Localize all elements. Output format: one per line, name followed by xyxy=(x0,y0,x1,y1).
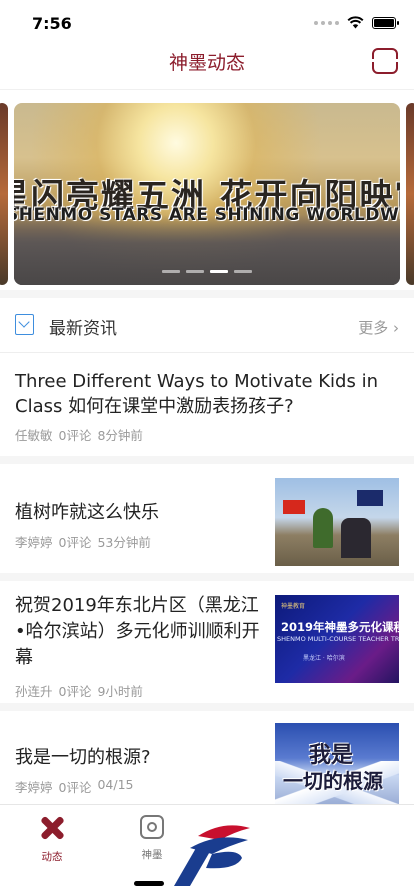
thumbnail-text: SHENMO MULTI-COURSE TEACHER TRAIN xyxy=(277,635,399,643)
news-meta: 孙连升 0评论 9小时前 xyxy=(15,681,143,700)
news-item[interactable]: 祝贺2019年东北片区（黑龙江•哈尔滨站）多元化师训顺利开幕 孙连升 0评论 9… xyxy=(0,581,414,711)
status-icons xyxy=(314,16,399,29)
tab-label: 动态 xyxy=(41,851,63,863)
menu-icon[interactable] xyxy=(371,48,399,74)
section-title: 最新资讯 xyxy=(49,319,117,339)
status-time: 7:56 xyxy=(32,14,72,33)
news-list: Three Different Ways to Motivate Kids in… xyxy=(0,353,414,821)
page-dot xyxy=(186,270,204,273)
news-meta: 李婷婷 0评论 53分钟前 xyxy=(15,532,151,551)
status-bar: 7:56 xyxy=(0,0,414,44)
tab-dongtai[interactable]: 动态 xyxy=(22,815,82,864)
news-author: 李婷婷 xyxy=(15,780,53,795)
page-dot xyxy=(162,270,180,273)
banner-carousel[interactable]: 星闪亮耀五洲 花开向阳映宙 SHENMO STARS ARE SHINING W… xyxy=(0,103,414,285)
page-title: 神墨动态 xyxy=(168,52,245,74)
news-time: 04/15 xyxy=(97,777,134,792)
news-comments: 0评论 xyxy=(58,684,92,699)
carousel-page-indicator xyxy=(14,270,400,273)
page-dot xyxy=(234,270,252,273)
news-thumbnail[interactable]: 神墨教育 2019年神墨多元化课程师 SHENMO MULTI-COURSE T… xyxy=(275,595,399,683)
news-title: 我是一切的根源? xyxy=(15,747,151,768)
camera-icon xyxy=(140,815,164,839)
banner-headline-en: SHENMO STARS ARE SHINING WORLDWIDE xyxy=(14,205,400,225)
news-author: 孙连升 xyxy=(15,684,53,699)
section-header: 最新资讯 更多 › xyxy=(0,298,414,353)
news-comments: 0评论 xyxy=(58,428,92,443)
wifi-icon xyxy=(347,16,364,29)
thumbnail-text: 一切的根源 xyxy=(283,769,383,793)
news-thumbnail[interactable]: 我是 一切的根源 xyxy=(275,723,399,811)
news-item[interactable]: Three Different Ways to Motivate Kids in… xyxy=(0,353,414,464)
news-meta: 任敏敏 0评论 8分钟前 xyxy=(15,425,143,444)
signal-dots-icon xyxy=(314,20,339,25)
news-time: 53分钟前 xyxy=(97,535,151,550)
battery-icon xyxy=(372,16,399,29)
news-time: 8分钟前 xyxy=(97,428,143,443)
news-comments: 0评论 xyxy=(58,780,92,795)
news-item[interactable]: 植树咋就这么快乐 李婷婷 0评论 53分钟前 xyxy=(0,464,414,581)
news-title: 植树咋就这么快乐 xyxy=(15,502,159,523)
news-time: 9小时前 xyxy=(97,684,143,699)
carousel-prev-card[interactable] xyxy=(0,103,8,285)
news-author: 李婷婷 xyxy=(15,535,53,550)
nav-bar: 神墨动态 xyxy=(0,44,414,90)
news-title: 祝贺2019年东北片区（黑龙江•哈尔滨站）多元化师训顺利开幕 xyxy=(15,595,260,668)
thumbnail-text: 神墨教育 xyxy=(281,603,306,610)
thumbnail-text: 黑龙江 · 哈尔滨 xyxy=(303,655,345,662)
news-thumbnail[interactable] xyxy=(275,478,399,566)
bookmark-icon xyxy=(15,314,34,335)
news-comments: 0评论 xyxy=(58,535,92,550)
news-title: Three Different Ways to Motivate Kids in… xyxy=(15,371,378,417)
more-link[interactable]: 更多 › xyxy=(358,317,399,338)
news-author: 任敏敏 xyxy=(15,428,53,443)
section-divider xyxy=(0,290,414,298)
thumbnail-text: 2019年神墨多元化课程师 xyxy=(281,620,399,634)
home-indicator xyxy=(134,881,164,886)
banner-slide[interactable]: 星闪亮耀五洲 花开向阳映宙 SHENMO STARS ARE SHINING W… xyxy=(14,103,400,285)
floating-logo-icon xyxy=(174,825,250,886)
shenmo-logo-icon xyxy=(39,815,65,841)
carousel-next-card[interactable] xyxy=(406,103,414,285)
banner-landscape xyxy=(14,215,400,285)
news-meta: 李婷婷 0评论 04/15 xyxy=(15,777,134,796)
page-dot-active xyxy=(210,270,228,273)
